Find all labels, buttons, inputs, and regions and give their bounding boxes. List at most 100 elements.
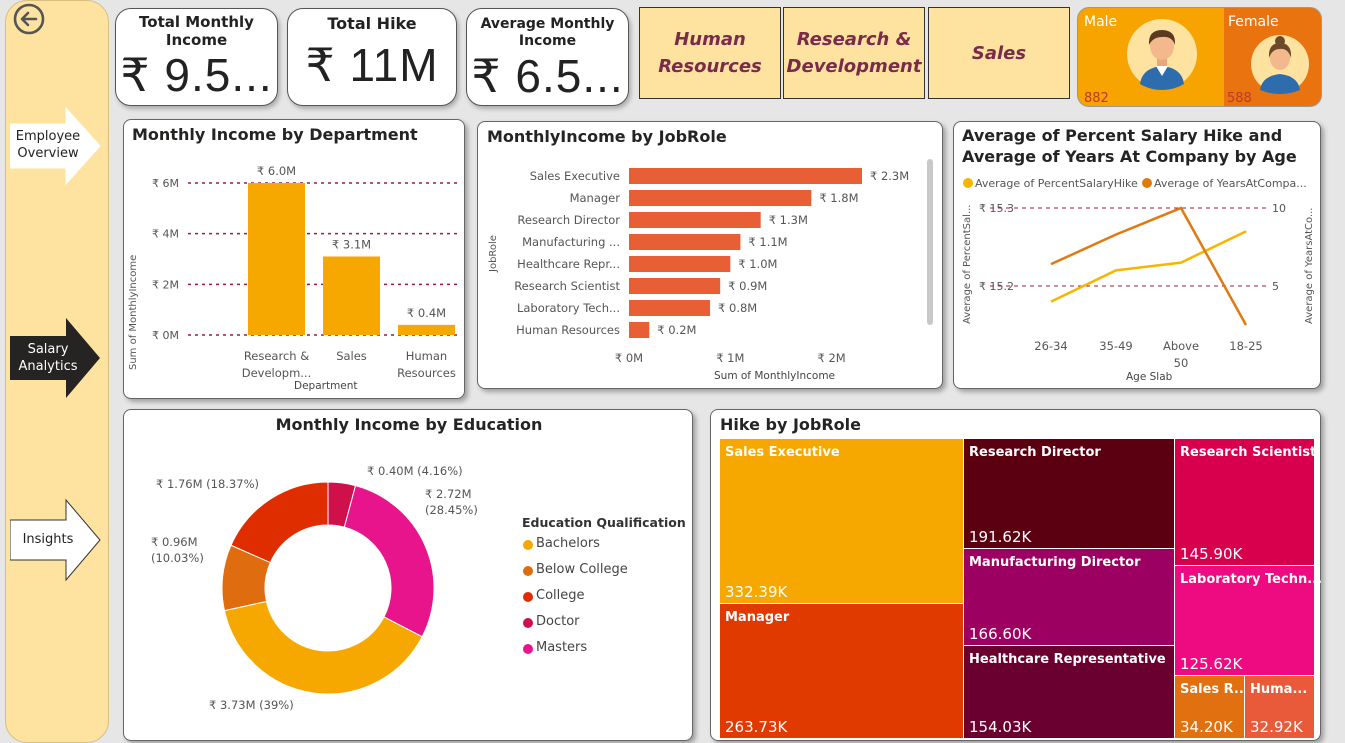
jobrole-data-label: ₹ 0.9M [728, 279, 767, 293]
dept-x-tick: Resources [397, 366, 456, 380]
dept-x-axis-label: Department [294, 380, 358, 392]
male-panel[interactable]: Male 882 [1078, 8, 1224, 106]
edu-donut-slice [343, 485, 435, 638]
jobrole-data-label: ₹ 0.8M [718, 301, 757, 315]
legend-hike-marker [963, 178, 973, 188]
dept-button-sales[interactable]: Sales [928, 7, 1070, 99]
nav-employee-overview[interactable]: Employee Overview [10, 106, 101, 188]
dept-y-tick: ₹ 4M [152, 228, 179, 241]
treemap-cell-value: 154.03K [969, 718, 1032, 736]
dept-bar [323, 256, 380, 335]
jobrole-scrollbar[interactable] [927, 159, 933, 325]
treemap-cell[interactable]: Huma... 32.92K [1245, 676, 1315, 739]
edu-legend-title: Education Qualification [522, 515, 686, 530]
jobrole-data-label: ₹ 1.0M [738, 257, 777, 271]
treemap-cell-value: 145.90K [1180, 545, 1243, 563]
kpi-total-monthly-income: Total Monthly Income ₹ 9.5... [115, 8, 278, 106]
treemap-cell[interactable]: Research Director 191.62K [964, 439, 1175, 549]
kpi-average-monthly-income: Average Monthly Income ₹ 6.5... [466, 8, 629, 106]
dept-x-tick: Human [406, 349, 447, 363]
kpi-title: Total Hike [327, 14, 417, 33]
jobrole-category-label: Manufacturing ... [522, 235, 620, 249]
treemap-cell[interactable]: Research Scientist 145.90K [1175, 439, 1317, 566]
nav-employee-overview-label: Employee Overview [15, 129, 81, 161]
treemap-cell[interactable]: Sales R... 34.20K [1175, 676, 1249, 739]
jobrole-bar [629, 212, 761, 228]
hike-chart-card: Hike by JobRole Sales Executive 332.39K Ma… [710, 409, 1322, 741]
dept-y-tick: ₹ 0M [152, 329, 179, 342]
age-x-tick: 50 [1174, 356, 1189, 370]
dept-chart-card: Monthly Income by Department ₹ 0M ₹ 2M ₹ 4… [123, 119, 465, 399]
age-y-right-tick: 5 [1272, 280, 1279, 293]
edu-legend-marker [523, 618, 533, 628]
dept-button-rnd[interactable]: Research & Development [783, 7, 925, 99]
edu-legend-marker [523, 644, 533, 654]
male-count: 882 [1084, 91, 1109, 106]
treemap-cell[interactable]: Healthcare Representative 154.03K [964, 646, 1175, 739]
nav-salary-analytics[interactable]: Salary Analytics [10, 316, 100, 398]
jobrole-category-label: Healthcare Repr... [517, 257, 620, 271]
dept-y-tick: ₹ 2M [152, 278, 179, 291]
edu-legend-marker [523, 540, 533, 550]
kpi-title: Total Monthly Income [139, 13, 254, 49]
dept-data-label: ₹ 6.0M [257, 164, 296, 178]
treemap-cell-value: 125.62K [1180, 655, 1243, 673]
treemap-cell-name: Healthcare Representative [969, 652, 1166, 667]
jobrole-category-label: Manager [570, 191, 621, 205]
edu-slice-label: (10.03%) [151, 551, 204, 565]
age-series-line [1050, 230, 1247, 303]
edu-legend-marker [523, 592, 533, 602]
female-count: 588 [1227, 91, 1252, 106]
treemap-cell[interactable]: Manager 263.73K [720, 604, 964, 739]
age-x-tick: 35-49 [1099, 339, 1132, 353]
dept-bar [248, 183, 305, 335]
dept-button-label: Human Resources [658, 29, 762, 77]
dept-button-hr[interactable]: Human Resources [639, 7, 781, 99]
nav-insights[interactable]: Insights [10, 498, 101, 582]
dept-button-label: Sales [971, 42, 1027, 64]
jobrole-x-axis-label: Sum of MonthlyIncome [714, 370, 836, 382]
dept-data-label: ₹ 0.4M [407, 306, 446, 320]
age-y-right-tick: 10 [1272, 202, 1286, 215]
treemap-cell-name: Research Scientist [1180, 445, 1317, 460]
legend-years-label: Average of YearsAtCompa... [1154, 177, 1307, 190]
treemap-cell-name: Sales R... [1180, 682, 1249, 697]
kpi-value: ₹ 6.5... [471, 50, 624, 102]
edu-legend-label: Bachelors [536, 536, 600, 551]
jobrole-data-label: ₹ 0.2M [657, 323, 696, 337]
edu-legend-label: Masters [536, 640, 588, 655]
age-x-axis-label: Age Slab [1126, 371, 1173, 383]
treemap-cell[interactable]: Laboratory Techn... 125.62K [1175, 566, 1322, 676]
age-chart-svg: ₹ 15.3 ₹ 15.2 10 5 26-34 35-49 Above 50 18-25 [979, 202, 1286, 370]
nav-salary-analytics-label: Salary Analytics [18, 342, 78, 374]
legend-hike-label: Average of PercentSalaryHike [975, 177, 1138, 190]
jobrole-category-label: Sales Executive [530, 169, 620, 183]
dept-data-label: ₹ 3.1M [332, 237, 371, 251]
jobrole-category-label: Research Director [517, 213, 620, 227]
dept-bar [398, 324, 455, 335]
treemap-cell-value: 34.20K [1180, 718, 1233, 736]
female-panel[interactable]: Female 588 [1224, 8, 1321, 106]
jobrole-data-label: ₹ 1.1M [748, 235, 787, 249]
jobrole-chart-svg: Sales Executive ₹ 2.3M Manager ₹ 1.8M Resear… [514, 168, 909, 365]
jobrole-x-tick: ₹ 1M [716, 351, 744, 365]
nav-insights-label: Insights [22, 532, 74, 547]
jobrole-bar [629, 278, 721, 294]
dept-chart-svg: ₹ 0M ₹ 2M ₹ 4M ₹ 6M ₹ 6.0M Research & Developm… [152, 164, 459, 380]
male-avatar-icon [1127, 19, 1197, 90]
female-avatar-icon [1251, 35, 1309, 94]
edu-legend-label: Below College [536, 562, 628, 577]
jobrole-bar [629, 256, 731, 272]
edu-slice-label: (28.45%) [425, 503, 478, 517]
male-label: Male [1084, 14, 1118, 30]
female-label: Female [1228, 14, 1279, 30]
jobrole-category-label: Research Scientist [514, 279, 620, 293]
treemap-cell-name: Sales Executive [725, 445, 840, 460]
age-x-tick: Above [1163, 339, 1199, 353]
back-arrow-icon[interactable] [12, 2, 46, 36]
jobrole-bar [629, 234, 741, 250]
jobrole-x-tick: ₹ 2M [817, 351, 845, 365]
treemap-cell[interactable]: Manufacturing Director 166.60K [964, 549, 1175, 646]
treemap-cell[interactable]: Sales Executive 332.39K [720, 439, 964, 604]
jobrole-bar [629, 190, 812, 206]
